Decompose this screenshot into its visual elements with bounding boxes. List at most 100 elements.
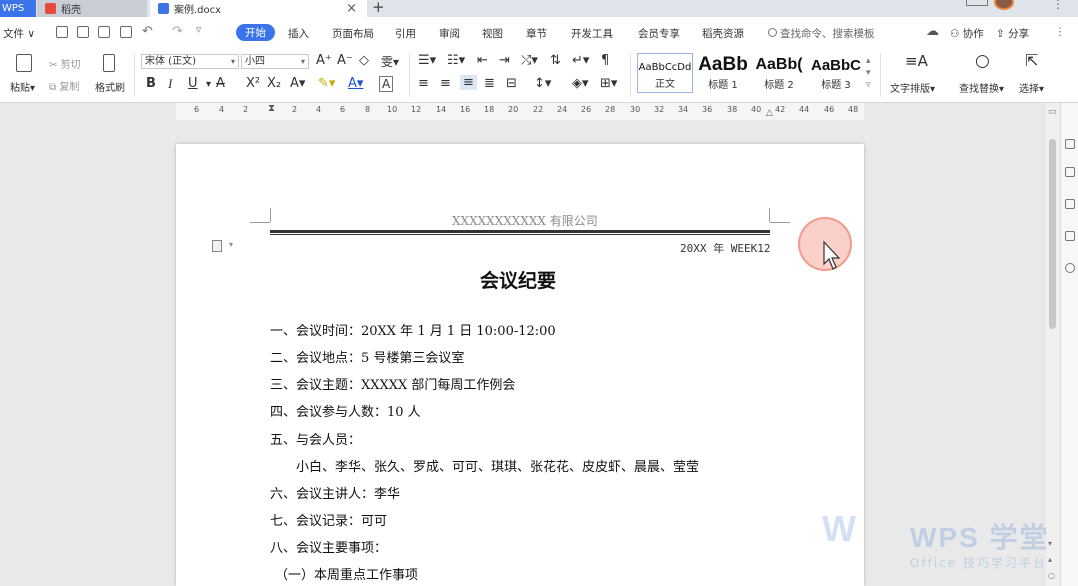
find-replace-button[interactable]: 查找替换▾ bbox=[959, 80, 1004, 95]
char-border-icon[interactable]: A bbox=[379, 76, 394, 92]
style-heading-3[interactable]: AaBbC 标题 3 bbox=[808, 53, 864, 93]
shading-icon[interactable]: ◈▾ bbox=[572, 76, 589, 91]
document-title[interactable]: 会议纪要 bbox=[480, 266, 556, 293]
align-right-icon[interactable]: ≡ bbox=[460, 75, 477, 90]
scroll-up-icon[interactable]: ▭ bbox=[1048, 107, 1057, 117]
scrollbar-thumb[interactable] bbox=[1049, 139, 1056, 329]
copy-button[interactable]: ⧉ 复制 bbox=[49, 78, 79, 93]
font-name-select[interactable]: 宋体 (正文) ▾ bbox=[141, 54, 239, 69]
user-avatar[interactable] bbox=[994, 0, 1014, 10]
customize-toolbar-icon[interactable]: ▿ bbox=[196, 24, 201, 36]
page-navigation-icon[interactable] bbox=[212, 240, 222, 252]
format-painter-button[interactable]: 格式刷 bbox=[95, 79, 125, 94]
bold-button[interactable]: B bbox=[146, 76, 156, 91]
style-heading-1[interactable]: AaBb 标题 1 bbox=[696, 53, 750, 93]
new-tab-button[interactable]: + bbox=[372, 0, 385, 16]
save-icon[interactable] bbox=[56, 26, 68, 38]
menu-docer-resources[interactable]: 稻壳资源 bbox=[702, 26, 744, 41]
underline-style-icon[interactable]: ▾ bbox=[206, 79, 211, 90]
print-icon[interactable] bbox=[98, 26, 110, 38]
attendee-count-line[interactable]: 四、会议参与人数：10 人 bbox=[270, 401, 421, 420]
select-button[interactable]: 选择▾ bbox=[1019, 80, 1044, 95]
menu-insert[interactable]: 插入 bbox=[288, 26, 309, 41]
shrink-font-icon[interactable]: A⁻ bbox=[337, 53, 353, 68]
more-options-icon[interactable]: ⋮ bbox=[1052, 0, 1064, 11]
header-company[interactable]: XXXXXXXXXXX 有限公司 bbox=[452, 212, 598, 229]
window-layout-icon[interactable] bbox=[966, 0, 988, 6]
distributed-icon[interactable]: ⊟ bbox=[506, 76, 517, 91]
borders-icon[interactable]: ⊞▾ bbox=[600, 76, 617, 91]
phonetic-guide-icon[interactable]: 雯▾ bbox=[381, 53, 399, 70]
page-navigation-dropdown-icon[interactable]: ▾ bbox=[229, 240, 233, 249]
menu-view[interactable]: 视图 bbox=[482, 26, 503, 41]
paste-button[interactable]: 粘贴▾ bbox=[10, 79, 35, 94]
paste-icon[interactable] bbox=[16, 54, 32, 72]
meeting-location-line[interactable]: 二、会议地点：5 号楼第三会议室 bbox=[270, 347, 464, 366]
bullet-list-icon[interactable]: ☰▾ bbox=[418, 53, 436, 68]
speaker-line[interactable]: 六、会议主讲人：李华 bbox=[270, 483, 400, 502]
cut-button[interactable]: ✂ 剪切 bbox=[49, 56, 81, 71]
vertical-scrollbar[interactable]: ▭ ▾ ▴ ○ bbox=[1046, 103, 1060, 586]
align-left-icon[interactable]: ≡ bbox=[418, 76, 429, 91]
menu-file[interactable]: 文件 ∨ bbox=[3, 26, 35, 41]
menu-page-layout[interactable]: 页面布局 bbox=[332, 26, 374, 41]
redo-icon[interactable]: ↷ bbox=[172, 24, 183, 39]
header-week[interactable]: 20XX 年 WEEK12 bbox=[680, 240, 770, 256]
recorder-line[interactable]: 七、会议记录：可可 bbox=[270, 510, 387, 529]
line-spacing-icon[interactable]: ↕▾ bbox=[534, 76, 551, 91]
collaborate-button[interactable]: ⚇ 协作 bbox=[950, 26, 984, 41]
attendees-heading[interactable]: 五、与会人员： bbox=[270, 429, 361, 448]
more-menu-icon[interactable]: ⋮ bbox=[1055, 26, 1066, 38]
print-preview-icon[interactable] bbox=[120, 26, 132, 38]
command-search[interactable]: 查找命令、搜索模板 bbox=[768, 26, 875, 41]
export-icon[interactable] bbox=[77, 26, 89, 38]
key-work-heading[interactable]: （一）本周重点工作事项 bbox=[275, 564, 418, 583]
italic-button[interactable]: I bbox=[168, 76, 172, 92]
indent-marker-icon[interactable]: ⧗ bbox=[268, 103, 275, 114]
highlight-icon[interactable]: ✎▾ bbox=[318, 76, 335, 91]
tab-docer[interactable]: 稻壳 bbox=[37, 0, 147, 17]
style-normal[interactable]: AaBbCcDd 正文 bbox=[637, 53, 693, 93]
chinese-layout-icon[interactable]: ⤭▾ bbox=[521, 53, 538, 68]
attendees-list[interactable]: 小白、李华、张久、罗成、可可、琪琪、张花花、皮皮虾、晨晨、莹莹 bbox=[296, 456, 699, 475]
justify-icon[interactable]: ≣ bbox=[484, 76, 495, 91]
side-edit-icon[interactable] bbox=[1065, 139, 1075, 149]
font-size-select[interactable]: 小四 ▾ bbox=[241, 54, 309, 69]
styles-scroll-icon[interactable]: ▴ ▾ ▿ bbox=[866, 55, 871, 91]
scroll-down-icon[interactable]: ▾ bbox=[1048, 539, 1052, 548]
menu-review[interactable]: 审阅 bbox=[439, 26, 460, 41]
find-replace-icon[interactable]: ○ bbox=[975, 51, 990, 71]
show-marks-icon[interactable]: ↵▾ bbox=[572, 53, 589, 68]
menu-references[interactable]: 引用 bbox=[395, 26, 416, 41]
menu-home[interactable]: 开始 bbox=[236, 24, 275, 41]
grow-font-icon[interactable]: A⁺ bbox=[316, 53, 332, 68]
select-pointer-icon[interactable]: ⇱ bbox=[1025, 51, 1038, 70]
increase-indent-icon[interactable]: ⇥ bbox=[499, 53, 510, 68]
sort-icon[interactable]: ⇅ bbox=[550, 53, 561, 68]
decrease-indent-icon[interactable]: ⇤ bbox=[477, 53, 488, 68]
prev-page-icon[interactable]: ▴ bbox=[1048, 555, 1052, 564]
underline-button[interactable]: U bbox=[188, 76, 198, 91]
text-layout-icon[interactable]: ≡A bbox=[905, 52, 928, 70]
share-button[interactable]: ⇪ 分享 bbox=[996, 26, 1029, 41]
side-settings-icon[interactable] bbox=[1065, 199, 1075, 209]
close-tab-icon[interactable]: × bbox=[346, 1, 357, 16]
superscript-icon[interactable]: X² bbox=[246, 76, 260, 91]
side-backup-icon[interactable] bbox=[1065, 231, 1075, 241]
side-select-icon[interactable] bbox=[1065, 167, 1075, 177]
tab-document[interactable]: 案例.docx × bbox=[150, 0, 367, 17]
menu-chapter[interactable]: 章节 bbox=[526, 26, 547, 41]
clear-format-icon[interactable]: ◇ bbox=[359, 53, 369, 68]
meeting-time-line[interactable]: 一、会议时间：20XX 年 1 月 1 日 10:00-12:00 bbox=[270, 320, 556, 339]
subscript-icon[interactable]: X₂ bbox=[267, 76, 281, 91]
undo-icon[interactable]: ↶ bbox=[142, 24, 153, 39]
text-layout-button[interactable]: 文字排版▾ bbox=[890, 80, 935, 95]
style-heading-2[interactable]: AaBb( 标题 2 bbox=[752, 53, 806, 93]
text-effect-icon[interactable]: A▾ bbox=[290, 76, 305, 91]
font-color-icon[interactable]: A▾ bbox=[348, 76, 363, 91]
paragraph-settings-icon[interactable]: ¶ bbox=[601, 53, 609, 68]
align-center-icon[interactable]: ≡ bbox=[440, 76, 451, 91]
strikethrough-icon[interactable]: A bbox=[216, 76, 225, 91]
tab-wps-home[interactable]: WPS bbox=[0, 0, 36, 17]
format-painter-icon[interactable] bbox=[103, 54, 115, 72]
